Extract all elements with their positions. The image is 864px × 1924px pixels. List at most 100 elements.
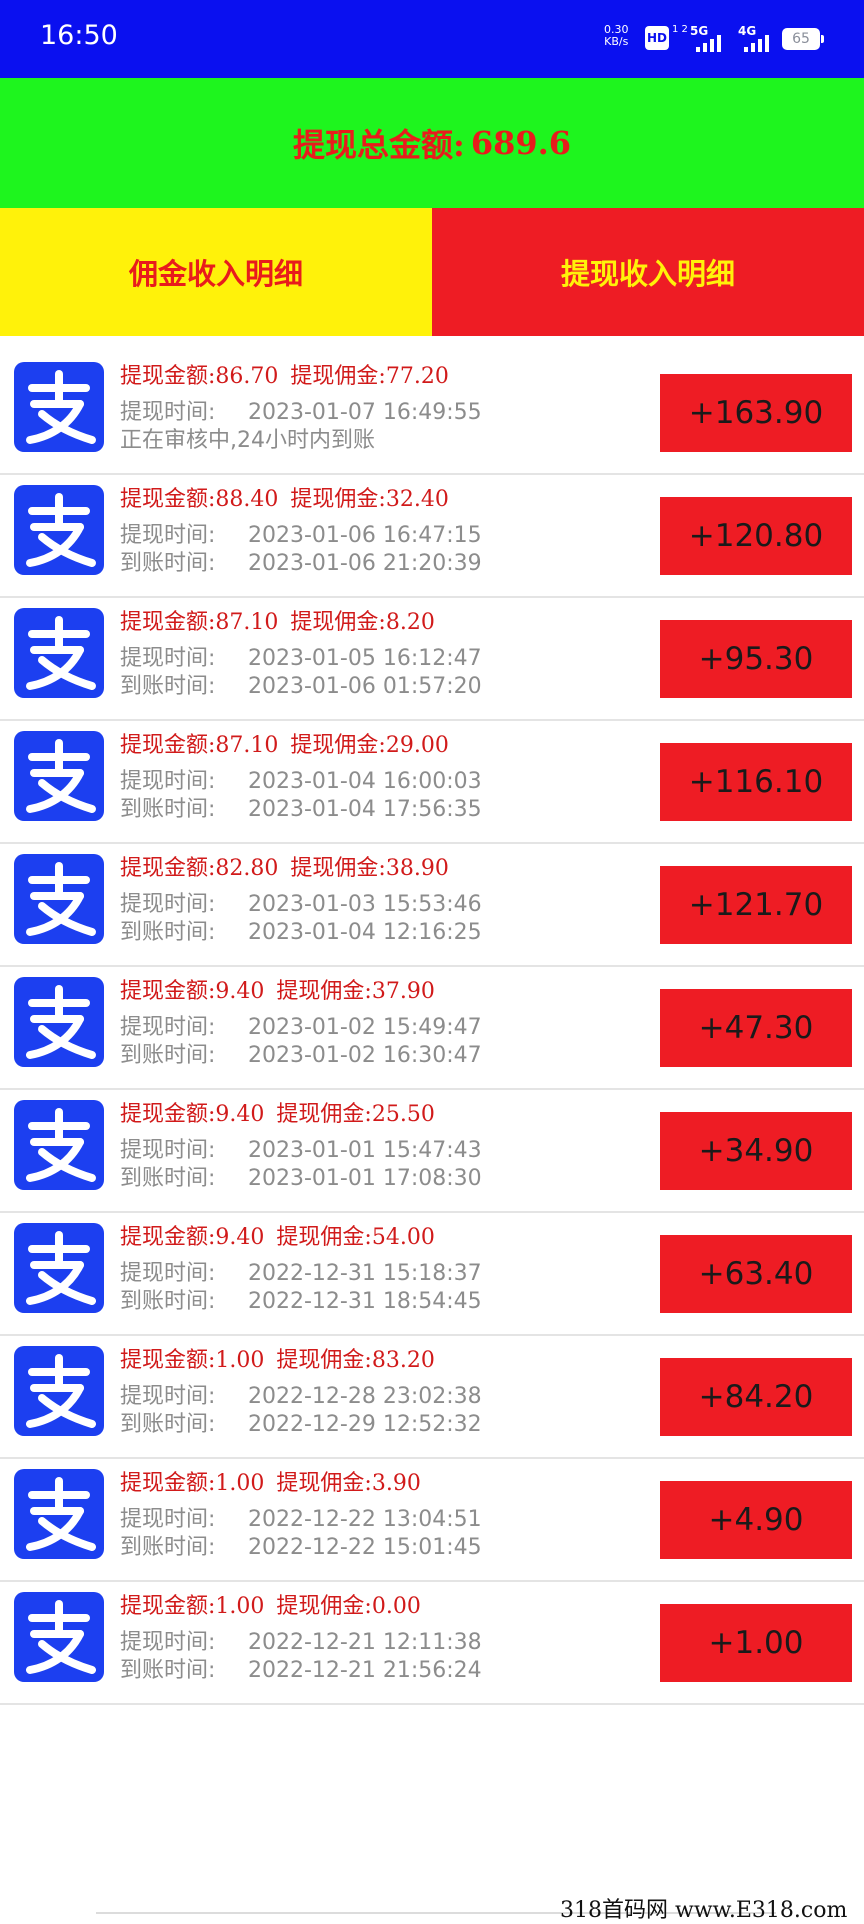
amount-value: 1.00 [215,1594,265,1619]
alipay-icon [14,1223,104,1313]
arrive-time-line: 到账时间: 2023-01-01 17:08:30 [120,1160,482,1192]
arrive-time-label: 到账时间: [120,797,216,822]
list-item[interactable]: 提现金额:87.10 提现佣金:29.00 提现时间: 2023-01-04 16:… [0,721,864,844]
total-value: 689.6 [470,124,572,162]
arrive-time-value: 2023-01-04 17:56:35 [248,797,482,822]
alipay-icon [14,1346,104,1436]
list-item[interactable]: 提现金额:9.40 提现佣金:37.90 提现时间: 2023-01-02 15:4… [0,967,864,1090]
arrive-time-label: 到账时间: [120,1166,216,1191]
arrive-time-label: 到账时间: [120,1289,216,1314]
amount-value: 1.00 [215,1471,265,1496]
total-amount-button[interactable]: +1.00 [660,1604,852,1682]
hd-voice-icon: HD [645,26,669,50]
arrive-time-label: 到账时间: [120,1535,216,1560]
arrive-time-line: 到账时间: 2023-01-04 12:16:25 [120,914,482,946]
arrive-time-value: 2023-01-06 01:57:20 [248,674,482,699]
commission-value: 32.40 [385,487,449,512]
arrive-time-line: 到账时间: 2022-12-22 15:01:45 [120,1529,482,1561]
alipay-icon [14,485,104,575]
amount-line: 提现金额:1.00 提现佣金:3.90 [120,1465,421,1497]
amount-value: 9.40 [215,979,265,1004]
arrive-time-value: 2022-12-22 15:01:45 [248,1535,482,1560]
total-amount-button[interactable]: +47.30 [660,989,852,1067]
amount-line: 提现金额:88.40 提现佣金:32.40 [120,481,449,513]
list-item[interactable]: 提现金额:82.80 提现佣金:38.90 提现时间: 2023-01-03 15:… [0,844,864,967]
amount-value: 87.10 [215,610,279,635]
list-item[interactable]: 提现金额:1.00 提现佣金:3.90 提现时间: 2022-12-22 13:04… [0,1459,864,1582]
hd-sim-label: 1 2 [672,24,688,35]
amount-label: 提现金额: [120,364,216,389]
arrive-time-value: 2022-12-21 21:56:24 [248,1658,482,1683]
alipay-icon [14,1469,104,1559]
list-item[interactable]: 提现金额:9.40 提现佣金:54.00 提现时间: 2022-12-31 15:1… [0,1213,864,1336]
arrive-time-value: 2023-01-01 17:08:30 [248,1166,482,1191]
amount-label: 提现金额: [120,1348,216,1373]
amount-label: 提现金额: [120,1471,216,1496]
commission-label: 提现佣金: [276,979,372,1004]
alipay-icon [14,731,104,821]
arrive-time-value: 2022-12-31 18:54:45 [248,1289,482,1314]
alipay-icon [14,608,104,698]
total-amount-button[interactable]: +95.30 [660,620,852,698]
status-bar: 16:50 0.30 KB/s HD 1 2 5G 4G 65 [0,0,864,78]
tab-withdrawal-income[interactable]: 提现收入明细 [432,208,864,336]
commission-value: 54.00 [371,1225,435,1250]
list-item[interactable]: 提现金额:86.70 提现佣金:77.20 提现时间: 2023-01-07 16:… [0,352,864,475]
amount-label: 提现金额: [120,1594,216,1619]
total-amount-button[interactable]: +163.90 [660,374,852,452]
arrive-time-line: 到账时间: 2023-01-04 17:56:35 [120,791,482,823]
arrive-time-line: 到账时间: 2022-12-21 21:56:24 [120,1652,482,1684]
commission-label: 提现佣金: [290,364,386,389]
arrive-time-label: 到账时间: [120,920,216,945]
commission-value: 38.90 [385,856,449,881]
arrive-time-line: 到账时间: 2022-12-29 12:52:32 [120,1406,482,1438]
list-item[interactable]: 提现金额:87.10 提现佣金:8.20 提现时间: 2023-01-05 16:1… [0,598,864,721]
amount-line: 提现金额:1.00 提现佣金:83.20 [120,1342,435,1374]
review-status-text: 正在审核中,24小时内到账 [120,428,375,453]
amount-label: 提现金额: [120,1102,216,1127]
battery-icon: 65 [782,28,820,50]
commission-value: 29.00 [385,733,449,758]
commission-label: 提现佣金: [276,1225,372,1250]
arrive-time-line: 到账时间: 2023-01-02 16:30:47 [120,1037,482,1069]
arrive-time-line: 到账时间: 2022-12-31 18:54:45 [120,1283,482,1315]
total-amount-button[interactable]: +84.20 [660,1358,852,1436]
list-item[interactable]: 提现金额:9.40 提现佣金:25.50 提现时间: 2023-01-01 15:4… [0,1090,864,1213]
watermark-text: 318首码网 www.E318.com [560,1898,848,1923]
amount-line: 提现金额:1.00 提现佣金:0.00 [120,1588,421,1620]
amount-line: 提现金额:9.40 提现佣金:54.00 [120,1219,435,1251]
signal-icon [740,34,776,52]
list-item[interactable]: 提现金额:1.00 提现佣金:0.00 提现时间: 2022-12-21 12:11… [0,1582,864,1705]
commission-label: 提现佣金: [276,1594,372,1619]
total-amount-button[interactable]: +116.10 [660,743,852,821]
amount-line: 提现金额:82.80 提现佣金:38.90 [120,850,449,882]
arrive-time-value: 2023-01-02 16:30:47 [248,1043,482,1068]
total-amount-button[interactable]: +121.70 [660,866,852,944]
amount-value: 9.40 [215,1102,265,1127]
commission-value: 83.20 [371,1348,435,1373]
total-amount-button[interactable]: +4.90 [660,1481,852,1559]
total-amount-button[interactable]: +63.40 [660,1235,852,1313]
amount-line: 提现金额:9.40 提现佣金:37.90 [120,973,435,1005]
alipay-icon [14,1100,104,1190]
arrive-time-label: 到账时间: [120,1412,216,1437]
amount-value: 82.80 [215,856,279,881]
amount-label: 提现金额: [120,610,216,635]
list-item[interactable]: 提现金额:88.40 提现佣金:32.40 提现时间: 2023-01-06 16:… [0,475,864,598]
list-item[interactable]: 提现金额:1.00 提现佣金:83.20 提现时间: 2022-12-28 23:0… [0,1336,864,1459]
total-amount-button[interactable]: +120.80 [660,497,852,575]
battery-tip [821,35,824,43]
commission-label: 提现佣金: [290,487,386,512]
total-amount-button[interactable]: +34.90 [660,1112,852,1190]
arrive-time-label: 到账时间: [120,1043,216,1068]
alipay-icon [14,362,104,452]
commission-label: 提现佣金: [290,733,386,758]
commission-label: 提现佣金: [276,1348,372,1373]
amount-value: 86.70 [215,364,279,389]
alipay-icon [14,854,104,944]
tab-commission-income[interactable]: 佣金收入明细 [0,208,432,336]
arrive-time-line: 到账时间: 2023-01-06 01:57:20 [120,668,482,700]
commission-value: 0.00 [371,1594,421,1619]
amount-label: 提现金额: [120,856,216,881]
network-speed-unit: KB/s [604,35,629,48]
